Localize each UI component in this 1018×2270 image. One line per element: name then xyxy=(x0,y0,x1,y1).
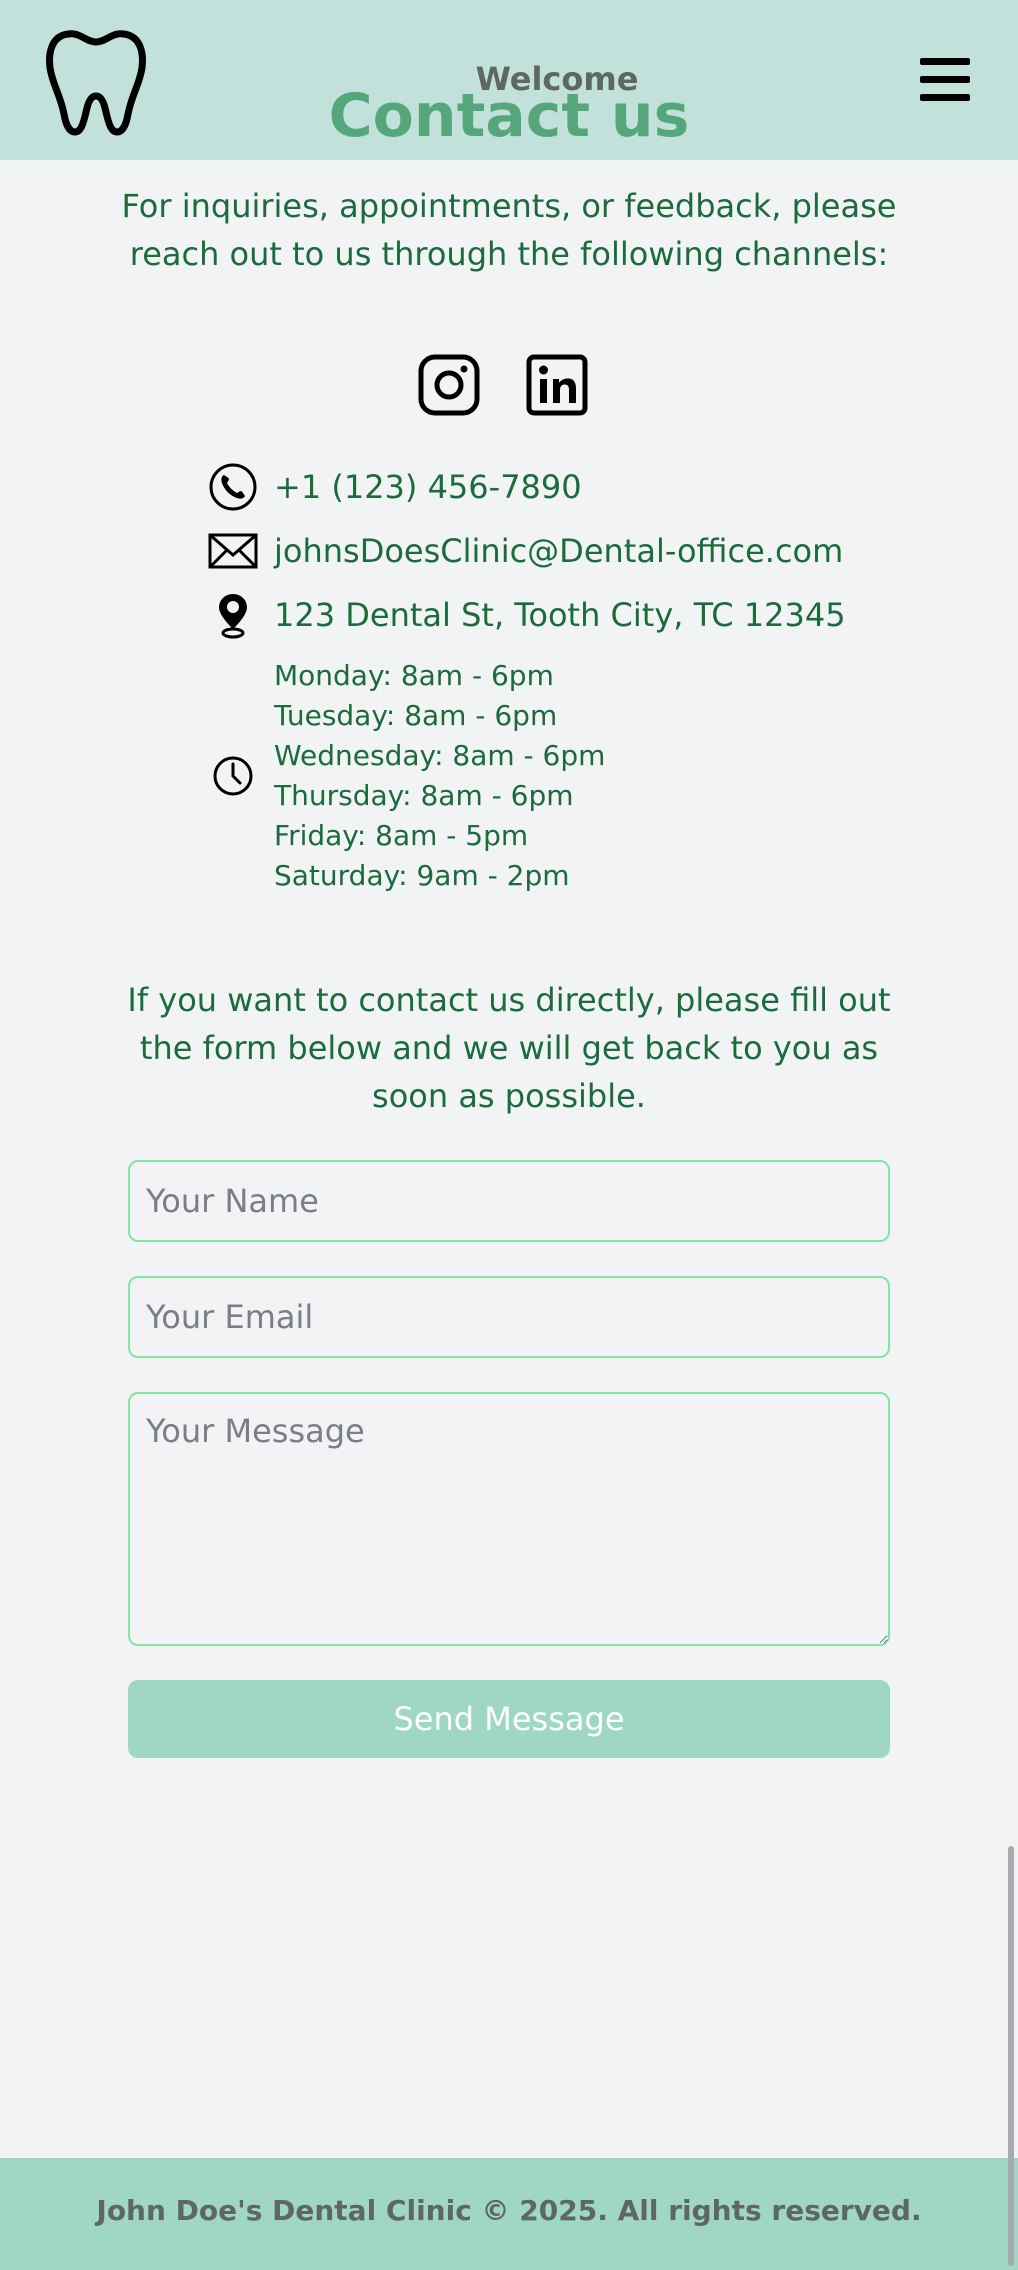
hamburger-menu-icon[interactable] xyxy=(920,58,972,102)
address-text: 123 Dental St, Tooth City, TC 12345 xyxy=(274,596,846,634)
hours-item: Tuesday: 8am - 6pm xyxy=(274,699,558,732)
site-header: Welcome Contact us xyxy=(0,0,1018,160)
envelope-icon xyxy=(208,526,258,576)
menu-bar xyxy=(920,94,970,101)
site-footer: John Doe's Dental Clinic © 2025. All rig… xyxy=(0,2158,1018,2270)
form-intro: If you want to contact us directly, plea… xyxy=(127,981,891,1115)
hours-item: Friday: 8am - 5pm xyxy=(274,819,529,852)
social-links xyxy=(418,354,588,416)
menu-bar xyxy=(920,76,970,83)
instagram-icon xyxy=(418,354,480,416)
clock-icon xyxy=(208,751,258,801)
message-textarea[interactable] xyxy=(128,1392,890,1646)
hours-item: Thursday: 8am - 6pm xyxy=(274,779,574,812)
address-row: 123 Dental St, Tooth City, TC 12345 xyxy=(208,590,846,640)
email-input[interactable] xyxy=(128,1276,890,1358)
phone-icon xyxy=(208,462,258,512)
linkedin-link[interactable] xyxy=(526,354,588,416)
hours-item: Wednesday: 8am - 6pm xyxy=(274,739,606,772)
page-scrollbar-thumb[interactable] xyxy=(1008,1846,1014,2266)
opening-hours: Monday: 8am - 6pm Tuesday: 8am - 6pm Wed… xyxy=(208,656,605,896)
send-message-button[interactable]: Send Message xyxy=(128,1680,890,1758)
contact-intro: For inquiries, appointments, or feedback… xyxy=(121,187,897,273)
copyright-text: John Doe's Dental Clinic © 2025. All rig… xyxy=(96,2194,922,2227)
hours-item: Monday: 8am - 6pm xyxy=(274,659,554,692)
hours-list: Monday: 8am - 6pm Tuesday: 8am - 6pm Wed… xyxy=(274,656,605,896)
name-input[interactable] xyxy=(128,1160,890,1242)
map-pin-icon xyxy=(208,590,258,640)
menu-bar xyxy=(920,58,970,65)
hours-icon-wrap xyxy=(208,751,274,801)
hours-item: Saturday: 9am - 2pm xyxy=(274,859,570,892)
phone-number[interactable]: +1 (123) 456-7890 xyxy=(274,468,582,506)
linkedin-icon xyxy=(526,354,588,416)
email-address[interactable]: johnsDoesClinic@Dental-office.com xyxy=(274,532,843,570)
phone-row: +1 (123) 456-7890 xyxy=(208,462,582,512)
email-row: johnsDoesClinic@Dental-office.com xyxy=(208,526,843,576)
instagram-link[interactable] xyxy=(418,354,480,416)
page-title: Contact us xyxy=(328,81,690,151)
